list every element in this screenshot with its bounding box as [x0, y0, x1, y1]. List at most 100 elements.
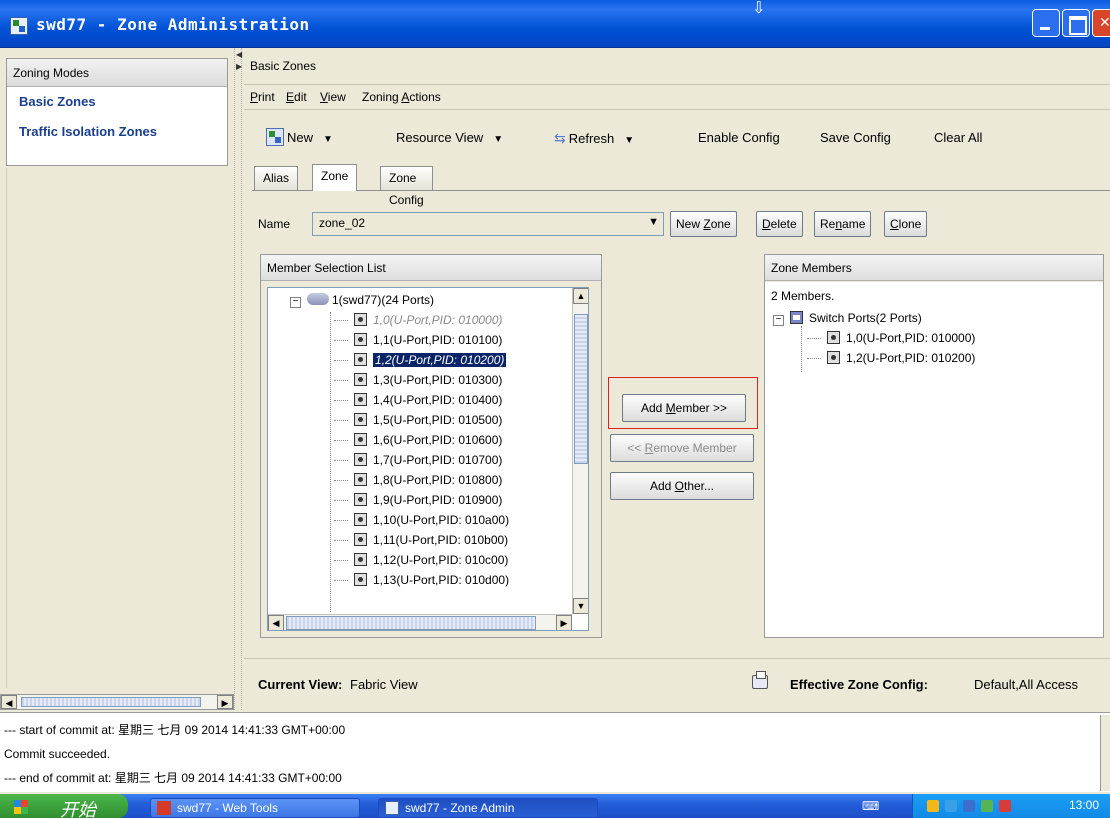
- panel-title: Basic Zones: [250, 59, 317, 73]
- port-item[interactable]: 1,9(U-Port,PID: 010900): [334, 490, 502, 510]
- status-row: Current View: Fabric View Effective Zone…: [244, 658, 1110, 710]
- remove-member-button[interactable]: << Remove Member: [610, 434, 754, 462]
- chevron-down-icon[interactable]: ▼: [648, 216, 659, 228]
- current-view-value: Fabric View: [350, 677, 418, 692]
- member-item[interactable]: 1,2(U-Port,PID: 010200): [807, 348, 975, 368]
- menu-print[interactable]: Print: [250, 90, 275, 104]
- port-item-selected[interactable]: 1,2(U-Port,PID: 010200): [334, 350, 507, 370]
- scroll-thumb[interactable]: [574, 314, 588, 464]
- rename-button[interactable]: Rename: [814, 211, 872, 237]
- printer-icon[interactable]: [752, 671, 768, 689]
- tray-icon[interactable]: [963, 800, 975, 812]
- new-icon: [266, 128, 284, 146]
- port-item[interactable]: 1,3(U-Port,PID: 010300): [334, 370, 502, 390]
- toolbar: New ▼ Resource View ▼ ⇆ Refresh ▼ Enable Con…: [250, 122, 1106, 154]
- port-item[interactable]: 1,10(U-Port,PID: 010a00): [334, 510, 509, 530]
- scroll-left-icon[interactable]: ◀: [1, 695, 17, 709]
- new-button[interactable]: New ▼: [266, 128, 333, 148]
- scroll-thumb[interactable]: [286, 616, 536, 630]
- maximize-button[interactable]: [1062, 9, 1090, 37]
- menu-edit[interactable]: Edit: [286, 90, 307, 104]
- clone-button[interactable]: Clone: [884, 211, 928, 237]
- port-item[interactable]: 1,8(U-Port,PID: 010800): [334, 470, 502, 490]
- minimize-button[interactable]: [1032, 9, 1060, 37]
- resource-view-button[interactable]: Resource View ▼: [396, 128, 503, 148]
- zone-members-tree[interactable]: 2 Members. − Switch Ports(2 Ports) 1,0(U-…: [765, 282, 1103, 637]
- add-other-button[interactable]: Add Other...: [610, 472, 754, 500]
- expand-right-icon[interactable]: ▶: [236, 62, 242, 71]
- new-zone-button[interactable]: New Zone: [670, 211, 737, 237]
- port-item[interactable]: 1,7(U-Port,PID: 010700): [334, 450, 502, 470]
- menu-zoning-actions[interactable]: Zoning Actions: [362, 90, 441, 104]
- port-icon: [354, 573, 367, 586]
- zone-members-header: Zone Members: [765, 255, 1103, 281]
- member-item[interactable]: 1,0(U-Port,PID: 010000): [807, 328, 975, 348]
- log-scrollbar[interactable]: [1100, 715, 1110, 791]
- current-view-label: Current View:: [258, 677, 343, 692]
- window-title: swd77 - Zone Administration: [36, 15, 310, 34]
- clock[interactable]: 13:00: [1069, 798, 1099, 812]
- move-cursor-icon: ⇩: [752, 0, 766, 17]
- port-icon: [354, 413, 367, 426]
- close-button[interactable]: [1092, 9, 1110, 37]
- left-horizontal-scrollbar[interactable]: ◀ ▶: [0, 694, 234, 710]
- port-item[interactable]: 1,5(U-Port,PID: 010500): [334, 410, 502, 430]
- save-config-button[interactable]: Save Config: [820, 128, 891, 148]
- member-tree-vertical-scrollbar[interactable]: ▲ ▼: [572, 288, 588, 614]
- collapse-left-icon[interactable]: ◀: [236, 50, 242, 59]
- scroll-thumb[interactable]: [21, 697, 201, 707]
- tray-icon[interactable]: [927, 800, 939, 812]
- mode-traffic-isolation-zones[interactable]: Traffic Isolation Zones: [7, 117, 227, 147]
- menu-view[interactable]: View: [320, 90, 346, 104]
- mode-basic-zones[interactable]: Basic Zones: [7, 87, 227, 117]
- scroll-right-icon[interactable]: ▶: [217, 695, 233, 709]
- refresh-button[interactable]: ⇆ Refresh ▼: [554, 128, 634, 148]
- port-icon: [354, 333, 367, 346]
- title-bar[interactable]: swd77 - Zone Administration ⇩: [0, 0, 1110, 48]
- chevron-down-icon: ▼: [493, 134, 504, 145]
- port-item[interactable]: 1,0(U-Port,PID: 010000): [334, 310, 502, 330]
- log-line: --- start of commit at: 星期三 七月 09 2014 1…: [4, 723, 346, 737]
- delete-button[interactable]: Delete: [756, 211, 803, 237]
- port-item[interactable]: 1,4(U-Port,PID: 010400): [334, 390, 502, 410]
- tree-connector: [801, 326, 802, 372]
- member-tree[interactable]: −1(swd77)(24 Ports) 1,0(U-Port,PID: 0100…: [267, 287, 589, 631]
- commit-log[interactable]: --- start of commit at: 星期三 七月 09 2014 1…: [0, 712, 1110, 792]
- refresh-icon: ⇆: [554, 130, 566, 146]
- panel-splitter[interactable]: ◀ ▶: [234, 48, 242, 710]
- scroll-left-icon[interactable]: ◀: [268, 615, 284, 630]
- zoning-modes-panel: Zoning Modes Basic Zones Traffic Isolati…: [0, 48, 234, 688]
- tray-icon[interactable]: [945, 800, 957, 812]
- port-item[interactable]: 1,12(U-Port,PID: 010c00): [334, 550, 508, 570]
- port-item[interactable]: 1,6(U-Port,PID: 010600): [334, 430, 502, 450]
- port-item[interactable]: 1,1(U-Port,PID: 010100): [334, 330, 502, 350]
- clear-all-button[interactable]: Clear All: [934, 128, 982, 148]
- tab-zone-config[interactable]: Zone Config: [380, 166, 433, 207]
- port-item[interactable]: 1,13(U-Port,PID: 010d00): [334, 570, 509, 590]
- language-indicator[interactable]: ⌨: [862, 799, 879, 813]
- scroll-right-icon[interactable]: ▶: [556, 615, 572, 630]
- app-icon: [10, 17, 28, 35]
- scroll-down-icon[interactable]: ▼: [573, 598, 588, 614]
- task-web-tools[interactable]: swd77 - Web Tools: [150, 798, 360, 818]
- collapse-icon[interactable]: −: [773, 315, 784, 326]
- task-zone-admin[interactable]: swd77 - Zone Admin: [378, 798, 598, 818]
- collapse-icon[interactable]: −: [290, 297, 301, 308]
- port-icon: [354, 553, 367, 566]
- tray-icon[interactable]: [981, 800, 993, 812]
- switch-icon: [307, 293, 329, 305]
- switch-ports-group[interactable]: − Switch Ports(2 Ports): [773, 308, 922, 328]
- enable-config-button[interactable]: Enable Config: [698, 128, 780, 148]
- start-button[interactable]: 开始: [0, 794, 128, 818]
- log-line: Commit succeeded.: [4, 747, 111, 761]
- add-member-button[interactable]: Add Member >>: [622, 394, 746, 422]
- port-icon: [354, 373, 367, 386]
- zone-name-select[interactable]: zone_02 ▼: [312, 212, 664, 236]
- port-item[interactable]: 1,11(U-Port,PID: 010b00): [334, 530, 508, 550]
- switch-node[interactable]: −1(swd77)(24 Ports): [290, 290, 434, 310]
- scroll-up-icon[interactable]: ▲: [573, 288, 588, 304]
- tab-zone[interactable]: Zone: [312, 164, 358, 191]
- member-tree-horizontal-scrollbar[interactable]: ◀ ▶: [268, 614, 572, 630]
- tab-alias[interactable]: Alias: [254, 166, 299, 190]
- tray-icon[interactable]: [999, 800, 1011, 812]
